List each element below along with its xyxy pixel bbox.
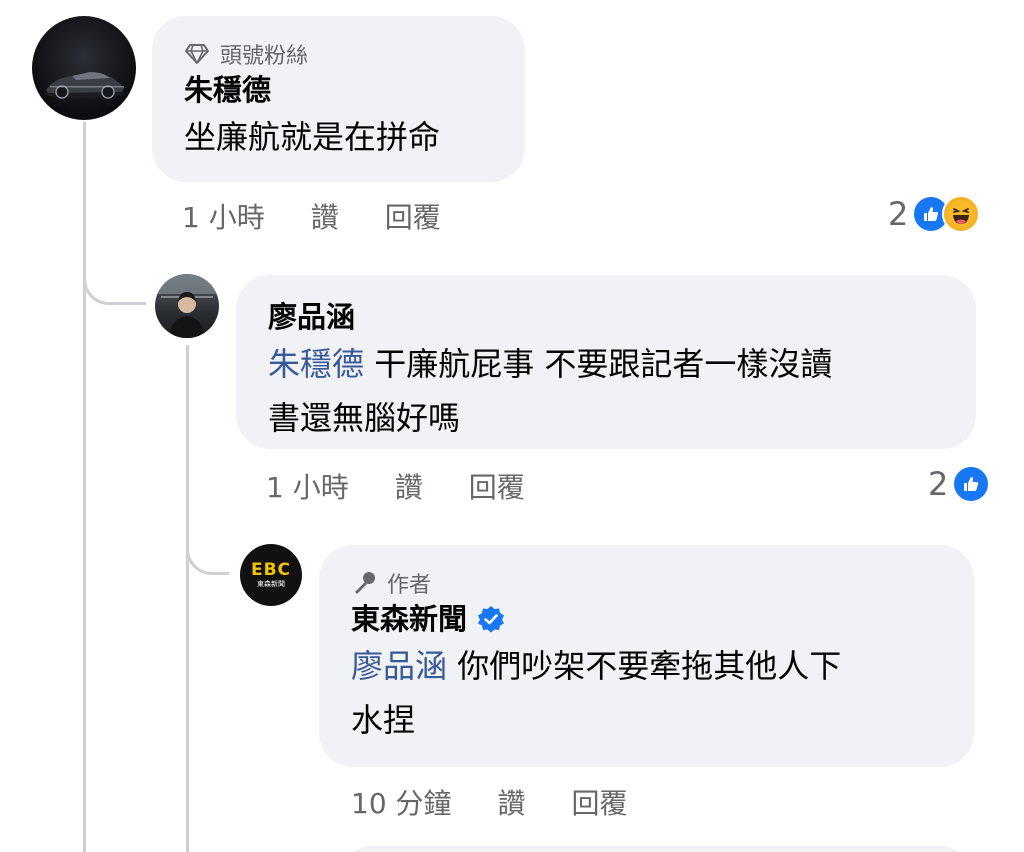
diamond-icon <box>184 43 210 65</box>
comment-time[interactable]: 10 分鐘 <box>351 782 452 822</box>
comment-thread: 頭號粉絲 朱穩德 坐廉航就是在拼命 1 小時 讚 回覆 2 廖品涵 朱穩德 干廉… <box>0 0 1024 852</box>
mention-link[interactable]: 朱穩德 <box>268 345 364 383</box>
like-button[interactable]: 讚 <box>498 782 526 822</box>
avatar[interactable]: EBC 東森新聞 <box>240 544 302 606</box>
verified-badge-icon <box>477 605 505 633</box>
microphone-icon <box>351 570 377 596</box>
comment-author[interactable]: 廖品涵 <box>268 297 944 337</box>
car-photo-icon <box>44 72 124 99</box>
thread-line-sub <box>186 345 189 852</box>
author-badge: 作者 <box>351 567 942 599</box>
reaction-summary[interactable]: 2 <box>928 462 991 506</box>
reaction-count: 2 <box>888 195 909 233</box>
comment-text-line-1: 你們吵架不要牽拖其他人下 <box>447 647 842 685</box>
comment-author[interactable]: 朱穩德 <box>184 70 493 110</box>
comment-time[interactable]: 1 小時 <box>182 196 265 236</box>
like-icon <box>952 465 991 503</box>
like-button[interactable]: 讚 <box>311 196 339 236</box>
ebc-logo-text: EBC <box>250 560 292 580</box>
comment-text-line-2: 水捏 <box>351 701 416 739</box>
next-comment-bubble-partial <box>338 846 974 852</box>
comment-bubble: 作者 東森新聞 廖品涵 你們吵架不要牽拖其他人下 水捏 <box>319 545 974 767</box>
author-name[interactable]: 東森新聞 <box>351 599 467 639</box>
reply-button[interactable]: 回覆 <box>385 196 441 236</box>
reaction-count: 2 <box>928 465 949 503</box>
comment-text-line-1: 干廉航屁事 不要跟記者一樣沒讀 <box>364 345 833 383</box>
comment-meta: 1 小時 讚 回覆 <box>182 196 441 236</box>
comment-text-line-2: 書還無腦好嗎 <box>268 399 461 437</box>
thread-line-main <box>83 122 86 852</box>
top-fan-badge: 頭號粉絲 <box>184 38 493 70</box>
comment-bubble: 廖品涵 朱穩德 干廉航屁事 不要跟記者一樣沒讀 書還無腦好嗎 <box>236 275 976 449</box>
avatar[interactable] <box>32 16 136 120</box>
reply-button[interactable]: 回覆 <box>469 466 525 506</box>
comment-meta: 10 分鐘 讚 回覆 <box>351 782 628 822</box>
avatar[interactable] <box>155 274 219 338</box>
comment-meta: 1 小時 讚 回覆 <box>266 466 525 506</box>
comment-text: 朱穩德 干廉航屁事 不要跟記者一樣沒讀 書還無腦好嗎 <box>268 337 944 445</box>
comment-author[interactable]: 東森新聞 <box>351 599 942 639</box>
ebc-logo-subtext: 東森新聞 <box>257 580 285 588</box>
comment-text: 廖品涵 你們吵架不要牽拖其他人下 水捏 <box>351 639 942 747</box>
mention-link[interactable]: 廖品涵 <box>351 647 447 685</box>
user-photo-icon <box>155 274 219 338</box>
badge-label: 頭號粉絲 <box>220 44 309 69</box>
reply-button[interactable]: 回覆 <box>572 782 628 822</box>
thread-line-branch-1 <box>83 250 146 305</box>
comment-text: 坐廉航就是在拼命 <box>184 118 441 156</box>
haha-icon <box>942 195 981 233</box>
like-button[interactable]: 讚 <box>395 466 423 506</box>
reaction-summary[interactable]: 2 <box>888 192 981 236</box>
comment-time[interactable]: 1 小時 <box>266 466 349 506</box>
thread-line-branch-2 <box>186 520 229 575</box>
badge-label: 作者 <box>387 573 432 598</box>
comment-bubble: 頭號粉絲 朱穩德 坐廉航就是在拼命 <box>152 16 525 182</box>
